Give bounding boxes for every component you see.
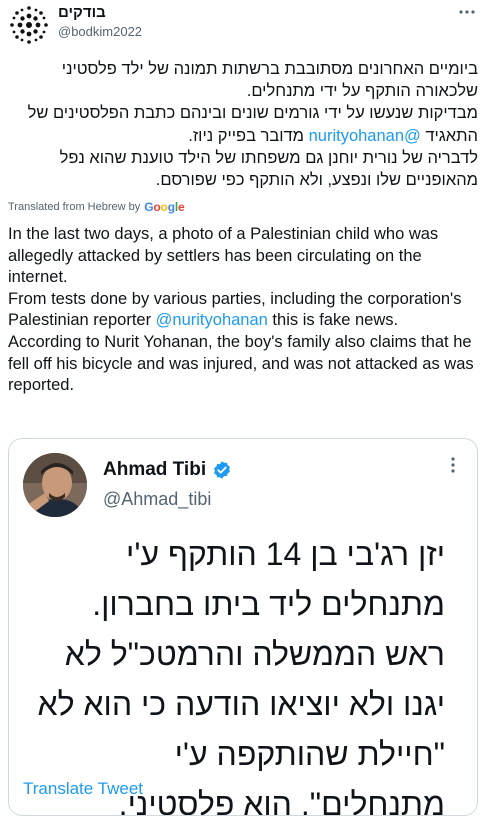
author-handle[interactable]: @bodkim2022 [58, 24, 142, 39]
translation-attribution: Translated from Hebrew by Google [8, 200, 185, 214]
mention-link-english[interactable]: @nurityohanan [156, 311, 268, 329]
quote-tweet-text: יזן רג'בי בן 14 הותקף ע'י מתנחלים ליד בי… [37, 536, 445, 816]
english-paragraph-3: According to Nurit Yohanan, the boy's fa… [8, 332, 474, 395]
quote-tweet[interactable]: Ahmad Tibi @Ahmad_tibi יזן רג'בי בן 14 ה… [8, 438, 478, 816]
translate-tweet-link[interactable]: Translate Tweet [23, 779, 143, 799]
tweet: בודקים @bodkim2022 ביומיים האחרונים מסתו… [0, 0, 487, 816]
author-avatar[interactable] [8, 4, 50, 46]
tweet-text-english: In the last two days, a photo of a Pales… [8, 224, 478, 397]
more-icon[interactable] [457, 2, 477, 27]
person-photo-icon [23, 453, 87, 517]
quote-author-avatar[interactable] [23, 453, 87, 517]
mention-link[interactable]: @nurityohanan [309, 127, 421, 145]
author-name[interactable]: בודקים [58, 4, 106, 21]
hebrew-line-3: לדבריה של נורית יוחנן גם משפחתו של הילד … [59, 148, 478, 190]
verified-badge-icon [214, 461, 231, 479]
bodkim-logo-icon [10, 6, 48, 44]
quote-author-name[interactable]: Ahmad Tibi [103, 459, 206, 481]
quote-more-icon[interactable] [443, 455, 463, 481]
hebrew-line-2-post: מדובר בפייק ניוז. [188, 126, 309, 145]
english-paragraph-1: In the last two days, a photo of a Pales… [8, 225, 439, 287]
translated-label: Translated from Hebrew by [8, 201, 141, 213]
google-logo: Google [144, 200, 185, 214]
hebrew-line-1: ביומיים האחרונים מסתובבת ברשתות תמונה של… [61, 60, 478, 101]
english-paragraph-2-post: this is fake news. [267, 311, 399, 330]
quote-author-handle[interactable]: @Ahmad_tibi [103, 489, 211, 510]
quote-author-name-row[interactable]: Ahmad Tibi [103, 459, 232, 481]
tweet-text-hebrew: ביומיים האחרונים מסתובבת ברשתות תמונה של… [8, 58, 478, 191]
